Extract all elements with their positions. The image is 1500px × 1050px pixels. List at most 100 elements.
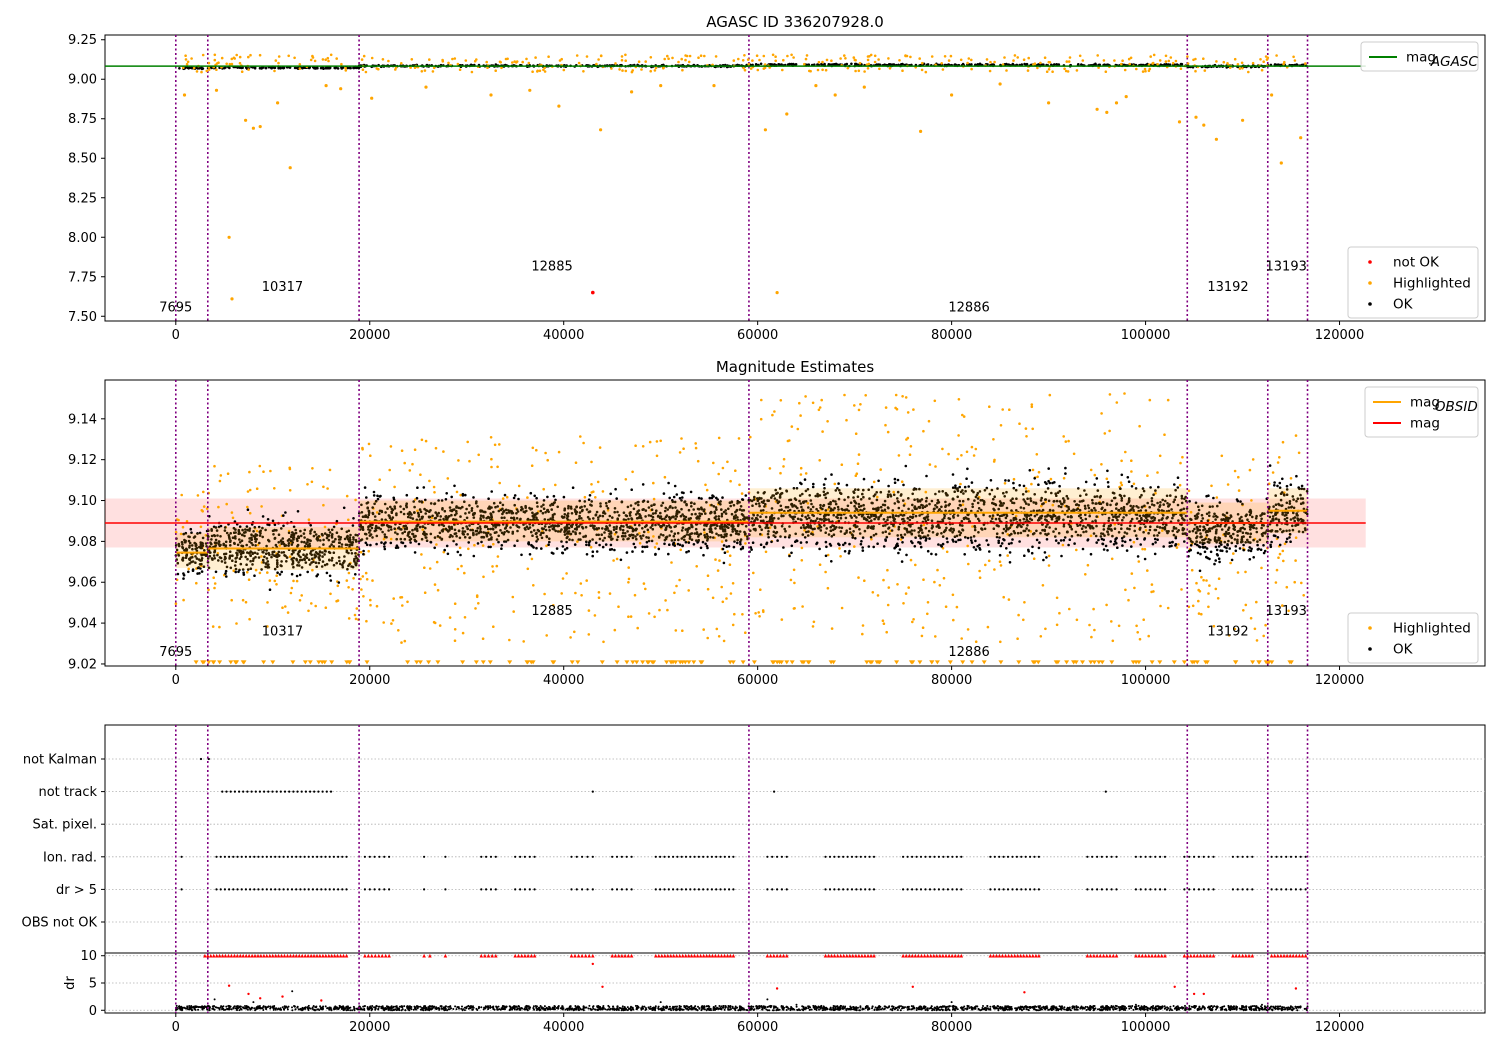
highlighted-point: [721, 466, 725, 470]
highlighted-point: [899, 538, 903, 541]
highlighted-point: [1250, 499, 1253, 502]
highlighted-point: [215, 62, 219, 65]
highlighted-point: [726, 550, 729, 553]
highlighted-point: [758, 58, 761, 62]
highlighted-point: [1180, 588, 1183, 591]
highlighted-point: [1208, 584, 1211, 587]
highlighted-point: [273, 69, 276, 73]
highlighted-point: [866, 55, 870, 58]
highlighted-point: [597, 591, 601, 594]
ok-point: [631, 550, 634, 553]
highlighted-point: [526, 496, 529, 499]
highlighted-point: [818, 563, 822, 566]
highlighted-point: [582, 70, 585, 73]
highlighted-point: [843, 54, 846, 57]
highlighted-point: [1068, 56, 1072, 59]
highlighted-point: [1127, 57, 1131, 61]
highlighted-point: [833, 93, 837, 97]
highlighted-point: [184, 54, 187, 57]
highlighted-point: [1130, 572, 1134, 575]
highlighted-point: [1248, 468, 1252, 472]
highlighted-point: [630, 90, 634, 94]
highlighted-point: [756, 68, 760, 72]
highlighted-point: [461, 631, 465, 635]
highlighted-point: [627, 566, 630, 569]
ok-point: [585, 543, 588, 547]
highlighted-point: [307, 609, 310, 613]
ok-point: [928, 537, 931, 540]
highlighted-point: [244, 600, 248, 604]
highlighted-point: [1202, 57, 1205, 60]
obsid-label: 12886: [948, 301, 989, 316]
highlighted-point: [1008, 408, 1011, 412]
highlighted-point: [974, 640, 978, 643]
ok-point: [362, 549, 365, 553]
highlighted-point: [613, 628, 617, 632]
highlighted-point: [424, 439, 428, 443]
highlighted-point: [655, 542, 659, 545]
highlighted-point: [1152, 53, 1156, 57]
highlighted-point: [653, 546, 657, 549]
highlighted-point: [780, 618, 784, 621]
highlighted-point: [202, 505, 206, 508]
ok-point: [905, 553, 908, 557]
ok-point: [632, 542, 636, 546]
highlighted-point: [575, 54, 579, 57]
ok-point: [727, 545, 731, 548]
highlighted-point: [1036, 475, 1039, 479]
ok-point: [630, 488, 633, 492]
highlighted-point: [818, 459, 821, 462]
highlighted-point: [365, 619, 368, 623]
highlighted-clipped-marker: [614, 660, 620, 665]
highlighted-point: [726, 460, 729, 464]
highlighted-point: [920, 634, 924, 638]
highlighted-point: [347, 617, 351, 620]
ok-point: [176, 572, 180, 576]
highlighted-point: [248, 488, 252, 492]
highlighted-point: [771, 53, 775, 57]
ok-point: [610, 548, 614, 551]
highlighted-clipped-marker: [193, 660, 199, 665]
agasc-panel: AGASC ID 336207928.00 20000 40000 60000 8000…: [68, 13, 1486, 343]
highlighted-point: [1238, 67, 1242, 70]
highlighted-point: [1062, 435, 1065, 438]
ok-point: [329, 579, 333, 582]
highlighted-point: [1275, 568, 1279, 572]
highlighted-point: [361, 68, 365, 71]
highlighted-point: [344, 69, 348, 72]
highlighted-point: [940, 62, 943, 65]
highlighted-point: [826, 586, 830, 590]
ok-point: [459, 553, 462, 557]
ok-point: [861, 546, 864, 549]
highlighted-point: [491, 565, 494, 568]
highlighted-point: [589, 545, 593, 549]
highlighted-point: [762, 67, 766, 70]
highlighted-point: [790, 53, 793, 57]
highlighted-clipped-marker: [960, 660, 966, 665]
highlighted-point: [796, 427, 800, 431]
highlighted-point: [1075, 548, 1078, 552]
highlighted-point: [642, 582, 646, 585]
highlighted-point: [805, 54, 809, 57]
highlighted-point: [306, 483, 309, 486]
y-tick-label: 8.75: [68, 112, 97, 127]
highlighted-point: [213, 58, 217, 62]
ok-point: [384, 541, 387, 544]
highlighted-point: [477, 602, 480, 605]
highlighted-point: [180, 493, 183, 497]
highlighted-point: [858, 61, 862, 65]
highlighted-point: [1302, 594, 1305, 597]
legend-dot-swatch: [1368, 281, 1372, 285]
highlighted-point: [389, 445, 393, 448]
highlighted-point: [909, 558, 913, 562]
highlighted-point: [377, 67, 380, 71]
highlighted-point: [879, 468, 882, 471]
highlighted-point: [912, 408, 915, 411]
highlighted-point: [749, 67, 753, 70]
highlighted-point: [370, 96, 374, 100]
ok-point: [692, 543, 696, 546]
highlighted-point: [345, 494, 349, 498]
ok-point: [654, 552, 657, 556]
y-tick-label: 9.00: [68, 73, 97, 88]
highlighted-point: [1281, 440, 1285, 444]
